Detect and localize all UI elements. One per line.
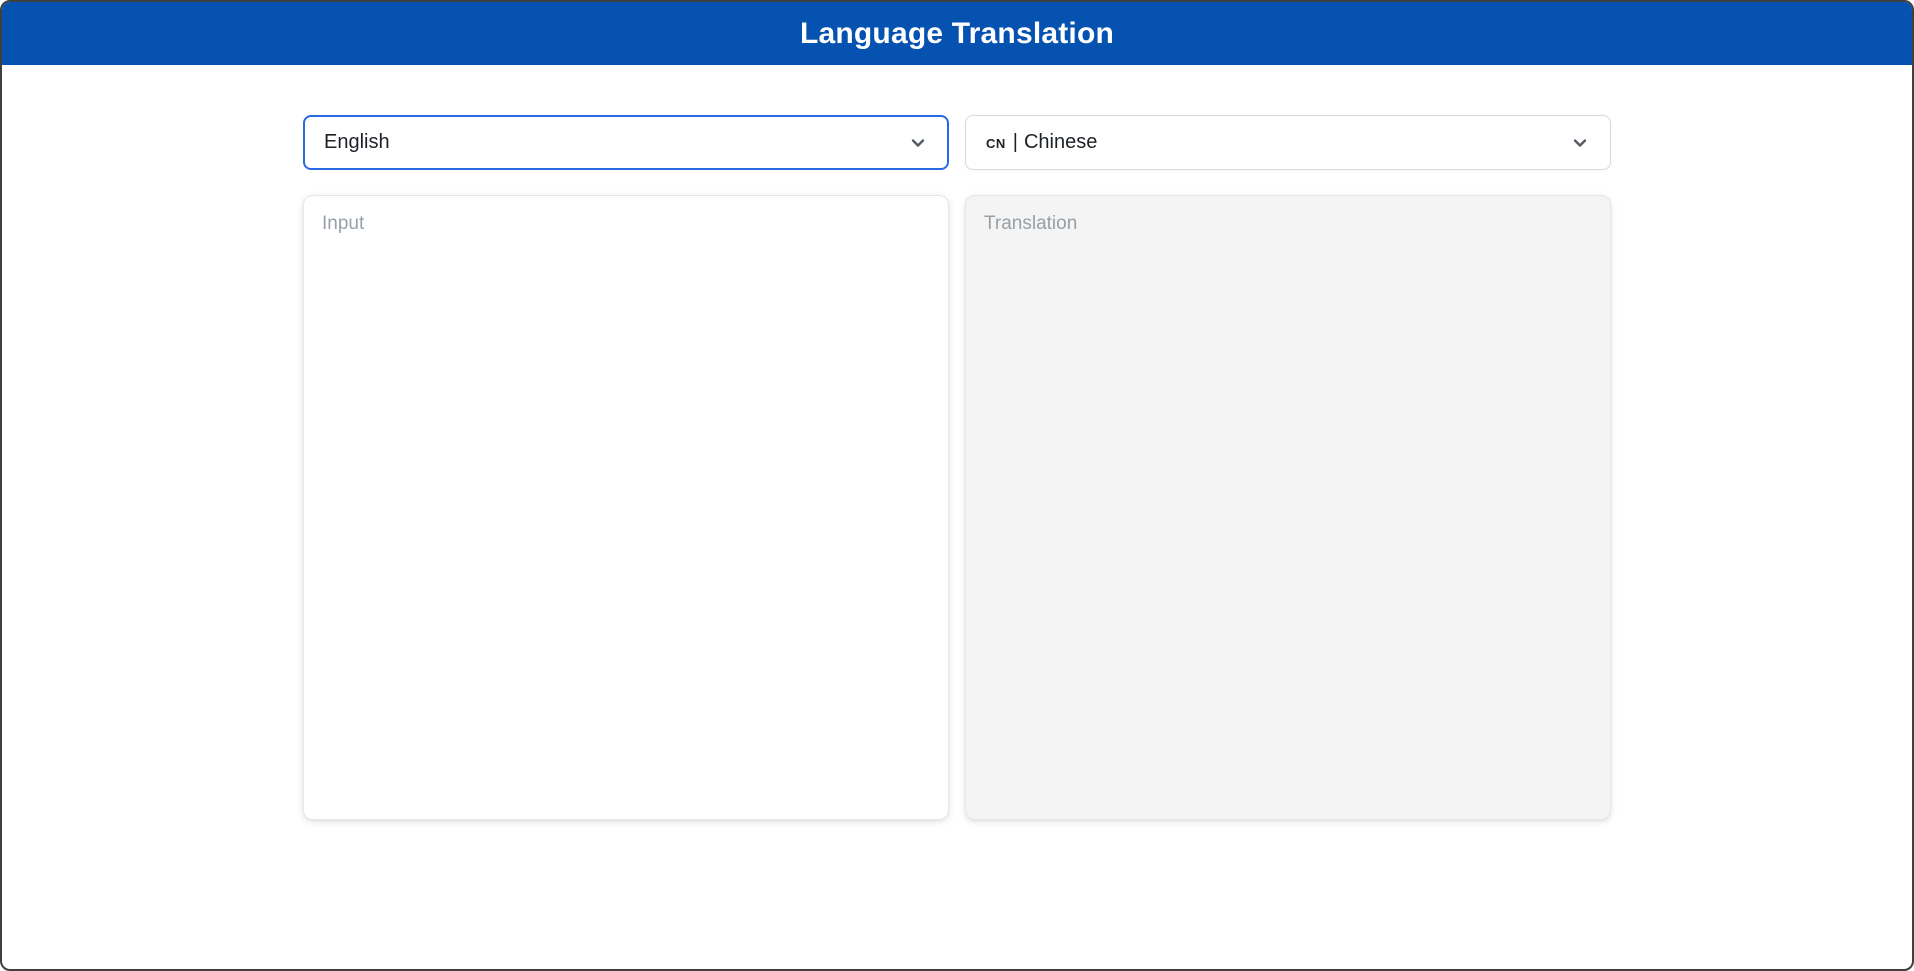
app-window: Language Translation English CN | Chines… (0, 0, 1914, 971)
translation-textarea[interactable] (965, 195, 1611, 820)
target-language-select[interactable]: CN | Chinese (965, 115, 1611, 170)
separator-text: | (1012, 131, 1018, 153)
chevron-down-icon (1570, 133, 1590, 153)
target-language-value: Chinese (1023, 131, 1098, 153)
input-textarea[interactable] (303, 195, 949, 820)
language-selects-row: English CN | Chinese (303, 115, 1611, 170)
source-language-value: English (324, 131, 390, 153)
china-flag-text: CN (986, 136, 1006, 151)
source-language-select[interactable]: English (303, 115, 949, 170)
app-header: Language Translation (2, 2, 1912, 65)
text-panels-row (303, 195, 1611, 820)
main-content: English CN | Chinese (303, 115, 1611, 820)
page-title: Language Translation (799, 16, 1115, 50)
chevron-down-icon (908, 133, 928, 153)
